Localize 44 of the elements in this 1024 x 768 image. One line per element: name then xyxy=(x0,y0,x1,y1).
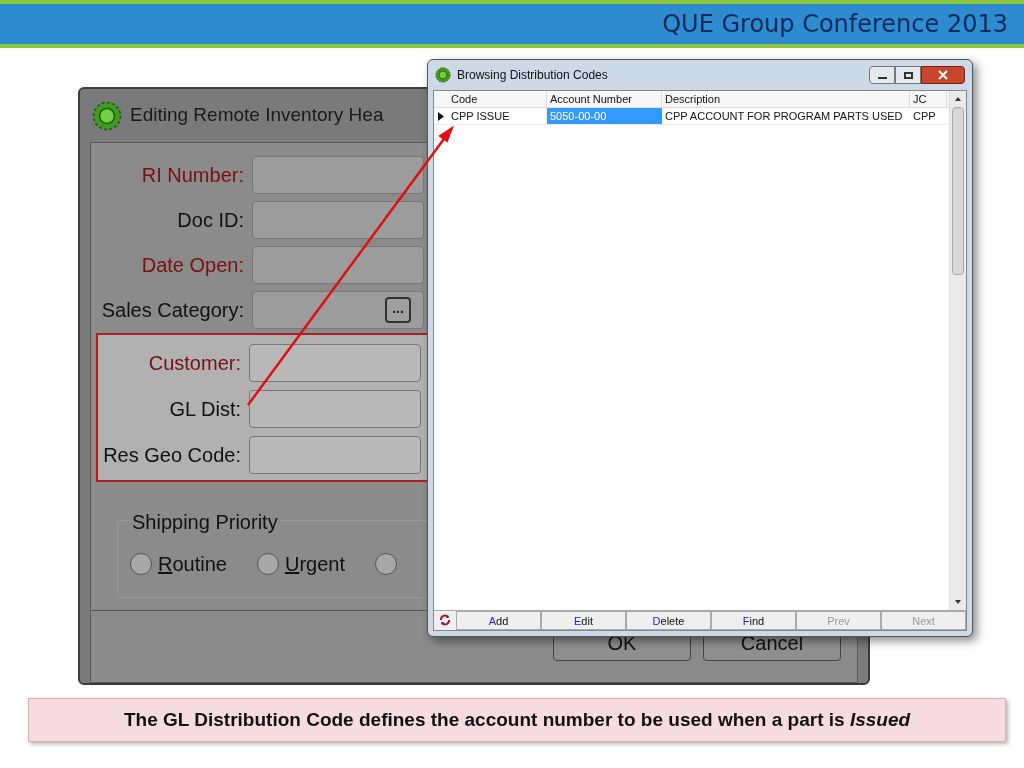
radio-label: Urgent xyxy=(284,552,345,577)
field-label: Sales Category: xyxy=(101,298,244,323)
radio-button[interactable] xyxy=(130,553,152,575)
radio-button[interactable] xyxy=(256,553,279,575)
gear-icon xyxy=(435,67,451,83)
nav-button[interactable]: Find xyxy=(711,611,796,630)
radio-button[interactable] xyxy=(375,553,397,575)
field-label: Customer: xyxy=(148,351,241,376)
column-header[interactable]: Account Number xyxy=(547,91,662,107)
radio-label: Routine xyxy=(158,552,227,577)
table-cell-text: CPP ISSUE xyxy=(450,109,511,124)
table-cell-text: CPP ACCOUNT FOR PROGRAM PARTS USED xyxy=(664,109,904,124)
gear-icon xyxy=(92,100,122,131)
field-label: Date Open: xyxy=(141,253,244,278)
header-title: QUE Group Conference 2013 xyxy=(662,9,1008,40)
input-field[interactable] xyxy=(249,390,421,428)
field-label: Res Geo Code: xyxy=(103,443,241,468)
input-field[interactable] xyxy=(249,436,421,474)
column-header[interactable]: Code xyxy=(448,91,547,107)
scroll-thumb[interactable] xyxy=(952,107,964,275)
column-header[interactable]: JC xyxy=(910,91,947,107)
maximize-button[interactable] xyxy=(895,66,921,84)
close-icon xyxy=(938,70,948,80)
field-label: RI Number: xyxy=(141,163,244,188)
scrollbar[interactable] xyxy=(949,91,966,610)
column-header[interactable]: Description xyxy=(662,91,910,107)
input-field[interactable] xyxy=(252,156,424,194)
field-label: Doc ID: xyxy=(177,208,244,233)
minimize-button[interactable] xyxy=(869,66,895,84)
nav-button[interactable]: Delete xyxy=(626,611,711,630)
input-field[interactable] xyxy=(252,201,424,239)
window-title: Browsing Distribution Codes xyxy=(457,67,609,84)
table-cell: 5050-00-00 xyxy=(547,108,662,124)
table-cell-text: CPP xyxy=(912,109,937,124)
nav-button[interactable]: Edit xyxy=(541,611,626,630)
nav-button[interactable]: Add xyxy=(456,611,541,630)
input-field[interactable] xyxy=(252,246,424,284)
close-button[interactable] xyxy=(921,66,965,84)
browse-button[interactable]: ... xyxy=(385,297,411,323)
caption-text: The GL Distribution Code defines the account number to be used when a part is Issued xyxy=(123,707,911,732)
input-field[interactable]: ... xyxy=(252,291,424,329)
window-title: Editing Remote Inventory Hea xyxy=(130,103,384,128)
field-label: GL Dist: xyxy=(169,397,241,422)
input-field[interactable] xyxy=(249,344,421,382)
